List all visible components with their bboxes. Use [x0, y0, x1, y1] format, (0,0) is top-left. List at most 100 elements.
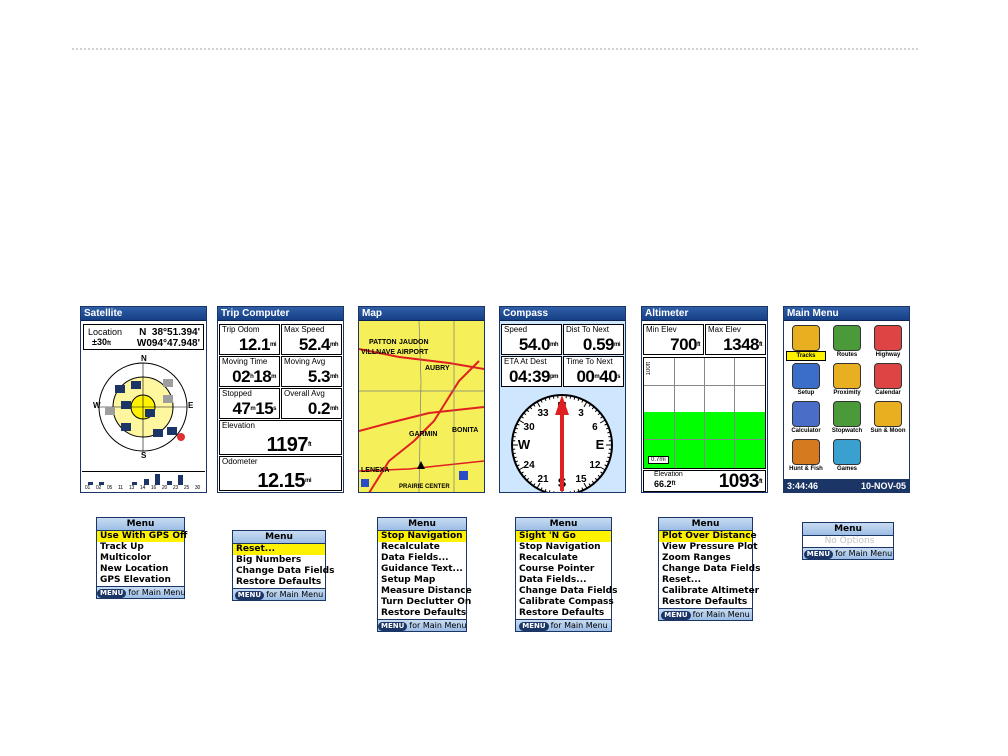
latitude-value: N 38°51.394'	[139, 327, 200, 338]
menu-button-badge: MENU	[234, 591, 265, 600]
field-label: Moving Time	[222, 357, 268, 366]
field-value: 02h18m	[232, 367, 276, 386]
menu-item[interactable]: Recalculate	[378, 542, 466, 553]
main-menu-item-calculator[interactable]: Calculator	[786, 401, 826, 435]
field-label: ETA At Dest	[504, 357, 547, 366]
menu-item[interactable]: Data Fields...	[378, 553, 466, 564]
main-menu-item-label: Setup	[797, 390, 815, 396]
menu-footer: MENU for Main Menu	[803, 547, 893, 559]
menu-title: Menu	[378, 518, 466, 531]
elevation-field: Elevation 66.2ft 1093ft	[643, 470, 766, 492]
map-label: LENEXA	[361, 467, 390, 474]
menu-button-badge: MENU	[803, 550, 834, 559]
menu-item[interactable]: Recalculate	[516, 553, 611, 564]
menu-item[interactable]: Guidance Text...	[378, 564, 466, 575]
trip-menu: Menu Reset... Big Numbers Change Data Field…	[232, 530, 334, 601]
menu-item[interactable]: Use With GPS Off	[97, 531, 187, 542]
dial-label: 12	[589, 460, 601, 471]
compass-e: E	[188, 401, 194, 410]
min-elev-field: Min Elev 700ft	[643, 324, 704, 355]
dial-label: 15	[575, 474, 587, 485]
main-menu-screen: Main Menu 3:44:46 10-NOV-05 Tracks Routes…	[783, 306, 910, 493]
menu-footer-text: for Main Menu	[835, 549, 893, 558]
field-value: 52.4mh	[298, 335, 339, 354]
menu-item[interactable]: Setup Map	[378, 575, 466, 586]
menu-item[interactable]: Stop Navigation	[516, 542, 611, 553]
field-value: 1093ft	[718, 471, 763, 492]
menu-item[interactable]: Turn Declutter On	[378, 597, 471, 608]
dial-label: E	[596, 437, 605, 452]
main-menu-item-label: Highway	[875, 352, 901, 358]
menu-item[interactable]: Track Up	[97, 542, 184, 553]
main-menu-item-sun-moon[interactable]: Sun & Moon	[868, 401, 908, 435]
main-menu-item-stopwatch[interactable]: Stopwatch	[827, 401, 867, 435]
moving-avg-field: Moving Avg 5.3mh	[281, 356, 342, 387]
menu-item[interactable]: Big Numbers	[233, 555, 325, 566]
main-menu-item-games[interactable]: Games	[827, 439, 867, 473]
menu-item[interactable]: Calibrate Compass	[516, 597, 614, 608]
sat-ids: 01 02 05 11 13 14 16 20 23 25 30	[82, 485, 205, 492]
sat-id-label: 13	[128, 485, 135, 491]
menu-item[interactable]: Data Fields...	[516, 575, 611, 586]
main-menu-item-label: Sun & Moon	[870, 428, 906, 434]
menu-item[interactable]: Restore Defaults	[378, 608, 466, 619]
main-menu-item-proximity[interactable]: Proximity	[827, 363, 867, 397]
highway-icon	[874, 325, 902, 351]
menu-item[interactable]: Restore Defaults	[233, 577, 325, 588]
map-screen: Map PATTON JAUDON VILLNAVE AIRPORT AUBRY…	[358, 306, 485, 493]
menu-item[interactable]: Change Data Fields	[659, 564, 760, 575]
menu-item[interactable]: Restore Defaults	[659, 597, 752, 608]
main-menu-item-label: Tracks	[786, 351, 826, 361]
sat-id-label: 25	[183, 485, 190, 491]
menu-footer: MENU for Main Menu	[659, 608, 752, 620]
field-label: Odometer	[222, 457, 258, 466]
menu-item[interactable]: Restore Defaults	[516, 608, 611, 619]
field-value: 12.1mi	[238, 335, 277, 354]
menu-item[interactable]: Multicolor	[97, 553, 184, 564]
menu-item[interactable]: Change Data Fields	[516, 586, 617, 597]
main-menu-item-label: Calendar	[875, 390, 901, 396]
sat-id-label: 11	[118, 485, 123, 491]
menu-item[interactable]: Sight 'N Go	[516, 531, 611, 542]
clock-time: 3:44:46	[787, 481, 819, 491]
menu-title: Menu	[233, 531, 325, 544]
elevation-field: Elevation 1197ft	[219, 420, 342, 455]
main-menu-item-calendar[interactable]: Calendar	[868, 363, 908, 397]
map-label: JAUDON	[399, 339, 429, 346]
field-label: Elevation	[222, 421, 255, 430]
menu-item[interactable]: Course Pointer	[516, 564, 611, 575]
dial-tick	[569, 395, 572, 399]
menu-item[interactable]: Zoom Ranges	[659, 553, 752, 564]
menu-item[interactable]: View Pressure Plot	[659, 542, 758, 553]
menu-item[interactable]: Change Data Fields	[233, 566, 334, 577]
menu-item[interactable]: Measure Distance	[378, 586, 472, 597]
main-menu-item-label: Proximity	[833, 390, 861, 396]
screen-title: Satellite	[81, 307, 206, 321]
compass-menu: Menu Sight 'N Go Stop Navigation Recalculat…	[515, 517, 617, 632]
main-menu-item-hunt-fish[interactable]: Hunt & Fish	[786, 439, 826, 473]
menu-item[interactable]: Reset...	[659, 575, 752, 586]
field-value: 1197ft	[266, 434, 312, 456]
field-label: Max Speed	[284, 325, 325, 334]
sat-id-label: 20	[161, 485, 168, 491]
menu-item[interactable]: Reset...	[233, 544, 325, 555]
menu-footer-text: for Main Menu	[128, 588, 186, 597]
main-menu-item-setup[interactable]: Setup	[786, 363, 826, 397]
field-label: Speed	[504, 325, 528, 334]
calculator-icon	[792, 401, 820, 427]
main-menu-item-tracks[interactable]: Tracks	[786, 325, 826, 361]
menu-title: Menu	[97, 518, 184, 531]
main-menu-item-highway[interactable]: Highway	[868, 325, 908, 359]
menu-item[interactable]: Plot Over Distance	[659, 531, 757, 542]
menu-item[interactable]: Calibrate Altimeter	[659, 586, 759, 597]
menu-footer-text: for Main Menu	[692, 610, 750, 619]
menu-footer-text: for Main Menu	[550, 621, 608, 630]
field-label: Moving Avg	[284, 357, 326, 366]
menu-item[interactable]: Stop Navigation	[378, 531, 466, 542]
menu-title: Menu	[803, 523, 893, 536]
menu-item[interactable]: New Location	[97, 564, 184, 575]
main-menu-item-routes[interactable]: Routes	[827, 325, 867, 359]
menu-item[interactable]: GPS Elevation	[97, 575, 184, 586]
max-elev-field: Max Elev 1348ft	[705, 324, 766, 355]
sat-id-label: 02	[95, 485, 102, 491]
